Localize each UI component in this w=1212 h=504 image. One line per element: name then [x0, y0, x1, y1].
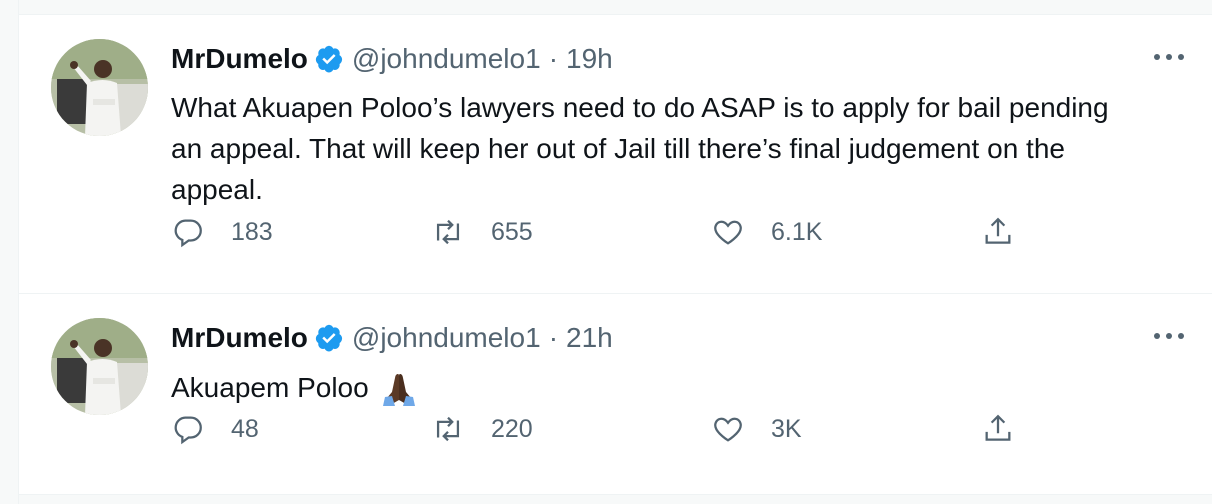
separator-dot: ·: [548, 43, 559, 74]
heart-icon: [711, 215, 745, 249]
tweet-text-row: Akuapem Poloo: [171, 367, 1131, 408]
tweet-text: Akuapem Poloo: [171, 372, 369, 403]
share-button[interactable]: [981, 412, 1015, 446]
reply-icon: [171, 215, 205, 249]
like-count: 3K: [771, 414, 802, 443]
tweet[interactable]: MrDumelo @johndumelo1 · 19h What Akuapen…: [19, 15, 1212, 294]
timeline-top-edge: [19, 0, 1212, 15]
handle[interactable]: @johndumelo1: [352, 43, 541, 75]
retweet-icon: [431, 215, 465, 249]
verified-badge-icon: [314, 323, 344, 353]
share-icon: [981, 215, 1015, 249]
tweet[interactable]: MrDumelo @johndumelo1 · 21h Akuapem Polo…: [19, 294, 1212, 495]
like-button[interactable]: 6.1K: [711, 215, 822, 249]
heart-icon: [711, 412, 745, 446]
timestamp[interactable]: 19h: [566, 43, 613, 75]
folded-hands-icon: [381, 370, 417, 406]
more-options-icon[interactable]: [1149, 45, 1189, 69]
timeline-bottom-edge: [19, 495, 1212, 504]
display-name[interactable]: MrDumelo: [171, 43, 308, 75]
reply-button[interactable]: 48: [171, 412, 259, 446]
timestamp[interactable]: 21h: [566, 322, 613, 354]
separator-dot: ·: [548, 322, 559, 353]
retweet-count: 655: [491, 217, 533, 246]
more-options-icon[interactable]: [1149, 324, 1189, 348]
like-button[interactable]: 3K: [711, 412, 802, 446]
timeline: MrDumelo @johndumelo1 · 19h What Akuapen…: [18, 0, 1212, 504]
avatar[interactable]: [51, 318, 148, 415]
like-count: 6.1K: [771, 217, 823, 246]
retweet-icon: [431, 412, 465, 446]
reply-button[interactable]: 183: [171, 215, 273, 249]
display-name[interactable]: MrDumelo: [171, 322, 308, 354]
tweet-text: What Akuapen Poloo’s lawyers need to do …: [171, 92, 1109, 205]
handle[interactable]: @johndumelo1: [352, 322, 541, 354]
verified-badge-icon: [314, 44, 344, 74]
tweet-header: MrDumelo @johndumelo1 · 19h: [171, 39, 613, 79]
share-icon: [981, 412, 1015, 446]
retweet-button[interactable]: 655: [431, 215, 533, 249]
reply-icon: [171, 412, 205, 446]
avatar[interactable]: [51, 39, 148, 136]
share-button[interactable]: [981, 215, 1015, 249]
reply-count: 48: [231, 414, 259, 443]
tweet-header: MrDumelo @johndumelo1 · 21h: [171, 318, 613, 358]
retweet-count: 220: [491, 414, 533, 443]
reply-count: 183: [231, 217, 273, 246]
retweet-button[interactable]: 220: [431, 412, 533, 446]
